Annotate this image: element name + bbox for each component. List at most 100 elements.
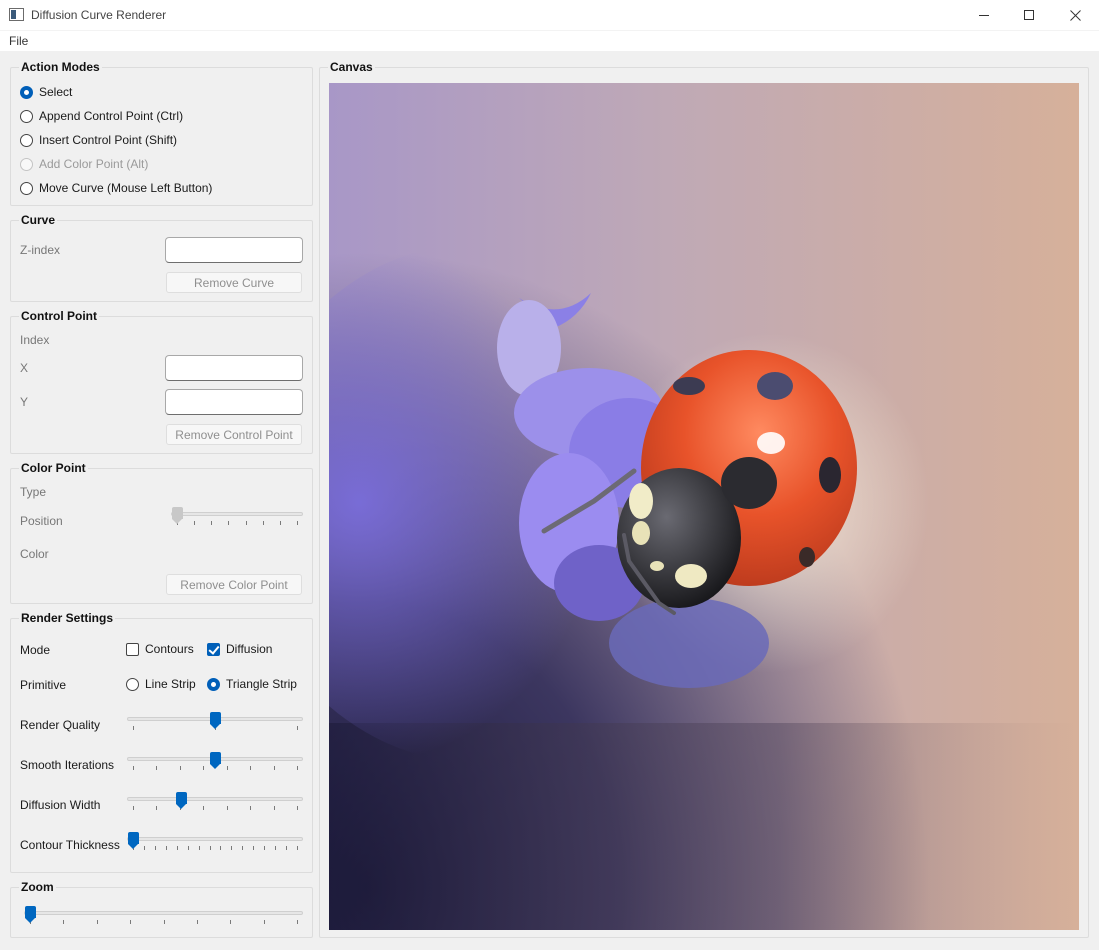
slider-tick <box>297 920 298 924</box>
radio-label: Line Strip <box>145 677 196 691</box>
type-label: Type <box>20 485 47 499</box>
render-quality-label: Render Quality <box>20 718 101 732</box>
radio-line-strip[interactable]: Line Strip <box>126 676 196 692</box>
slider-tick <box>297 806 298 810</box>
radio-label: Select <box>39 85 73 99</box>
maximize-icon <box>1023 10 1034 20</box>
slider-tick <box>194 521 196 525</box>
slider-tick <box>165 846 167 850</box>
slider-handle[interactable] <box>210 712 221 730</box>
radio-indicator[interactable] <box>207 677 220 691</box>
slider-tick <box>228 521 230 525</box>
slider-tick <box>253 846 255 850</box>
smooth-iterations-slider[interactable] <box>127 752 303 772</box>
control-point-title: Control Point <box>19 309 99 323</box>
diffusion-render <box>329 83 1079 930</box>
action-modes-group: Action Modes Select Append Control Point… <box>10 60 313 206</box>
remove-curve-button[interactable]: Remove Curve <box>166 272 302 293</box>
checkbox-indicator[interactable] <box>126 642 139 656</box>
slider-track[interactable] <box>127 797 303 801</box>
slider-tick <box>203 766 205 770</box>
slider-handle[interactable] <box>25 906 36 924</box>
radio-label: Move Curve (Mouse Left Button) <box>39 181 213 195</box>
color-point-group: Color Point Type Position Color Remove C… <box>10 461 313 604</box>
slider-tick <box>231 846 233 850</box>
slider-tick <box>245 521 247 525</box>
slider-tick <box>154 846 156 850</box>
radio-label: Triangle Strip <box>226 677 297 691</box>
slider-tick <box>250 806 252 810</box>
radio-label: Add Color Point (Alt) <box>39 157 149 171</box>
slider-tick <box>133 766 134 770</box>
checkbox-indicator[interactable] <box>207 642 220 656</box>
slider-tick <box>275 846 277 850</box>
primitive-label: Primitive <box>20 678 67 692</box>
radio-indicator[interactable] <box>20 133 33 147</box>
mode-label: Mode <box>20 643 51 657</box>
close-button[interactable] <box>1052 0 1098 31</box>
radio-select[interactable]: Select <box>20 84 72 100</box>
slider-handle[interactable] <box>172 507 183 525</box>
render-canvas[interactable] <box>329 83 1079 930</box>
maximize-button[interactable] <box>1006 0 1052 31</box>
slider-tick <box>130 920 132 924</box>
radio-indicator[interactable] <box>20 85 33 99</box>
smooth-iterations-label: Smooth Iterations <box>20 758 115 772</box>
slider-tick <box>220 846 222 850</box>
radio-append-control-point[interactable]: Append Control Point (Ctrl) <box>20 108 183 124</box>
radio-indicator[interactable] <box>20 109 33 123</box>
radio-indicator[interactable] <box>20 181 33 195</box>
slider-tick <box>250 766 252 770</box>
slider-track[interactable] <box>171 512 303 516</box>
slider-tick <box>211 521 213 525</box>
checkbox-label: Contours <box>145 642 194 656</box>
slider-tick <box>226 806 228 810</box>
slider-tick <box>263 920 265 924</box>
remove-control-point-button[interactable]: Remove Control Point <box>166 424 302 445</box>
zoom-slider[interactable] <box>24 906 303 926</box>
diffusion-checkbox[interactable]: Diffusion <box>207 641 272 657</box>
position-label: Position <box>20 514 63 528</box>
radio-label: Append Control Point (Ctrl) <box>39 109 184 123</box>
color-label: Color <box>20 547 49 561</box>
slider-tick <box>226 766 228 770</box>
radio-move-curve[interactable]: Move Curve (Mouse Left Button) <box>20 180 212 196</box>
radio-indicator <box>20 157 33 171</box>
slider-tick <box>264 846 266 850</box>
zoom-group: Zoom <box>10 880 313 938</box>
minimize-button[interactable] <box>961 0 1007 31</box>
slider-tick <box>63 920 65 924</box>
x-label: X <box>20 361 29 375</box>
x-input[interactable] <box>165 355 303 381</box>
title-bar: Diffusion Curve Renderer <box>0 0 1099 31</box>
contours-checkbox[interactable]: Contours <box>126 641 194 657</box>
slider-track[interactable] <box>24 911 303 915</box>
contour-thickness-slider[interactable] <box>127 832 303 852</box>
menu-file[interactable]: File <box>9 34 28 48</box>
z-index-input[interactable] <box>165 237 303 263</box>
slider-track[interactable] <box>127 837 303 841</box>
minimize-icon <box>978 15 989 16</box>
slider-tick <box>230 920 232 924</box>
remove-color-point-button[interactable]: Remove Color Point <box>166 574 302 595</box>
slider-tick <box>156 766 158 770</box>
y-input[interactable] <box>165 389 303 415</box>
render-quality-slider[interactable] <box>127 712 303 732</box>
color-point-title: Color Point <box>19 461 88 475</box>
slider-tick <box>156 806 158 810</box>
app-icon <box>9 8 24 21</box>
slider-handle[interactable] <box>175 792 187 810</box>
radio-triangle-strip[interactable]: Triangle Strip <box>207 676 297 692</box>
render-settings-title: Render Settings <box>19 611 116 625</box>
position-slider[interactable] <box>171 507 303 527</box>
slider-handle[interactable] <box>210 752 221 770</box>
slider-tick <box>179 766 181 770</box>
slider-tick <box>187 846 189 850</box>
slider-handle[interactable] <box>128 832 139 850</box>
diffusion-width-slider[interactable] <box>127 792 303 812</box>
slider-tick <box>297 846 298 850</box>
radio-insert-control-point[interactable]: Insert Control Point (Shift) <box>20 132 177 148</box>
slider-tick <box>262 521 264 525</box>
slider-tick <box>143 846 145 850</box>
radio-indicator[interactable] <box>126 677 139 691</box>
